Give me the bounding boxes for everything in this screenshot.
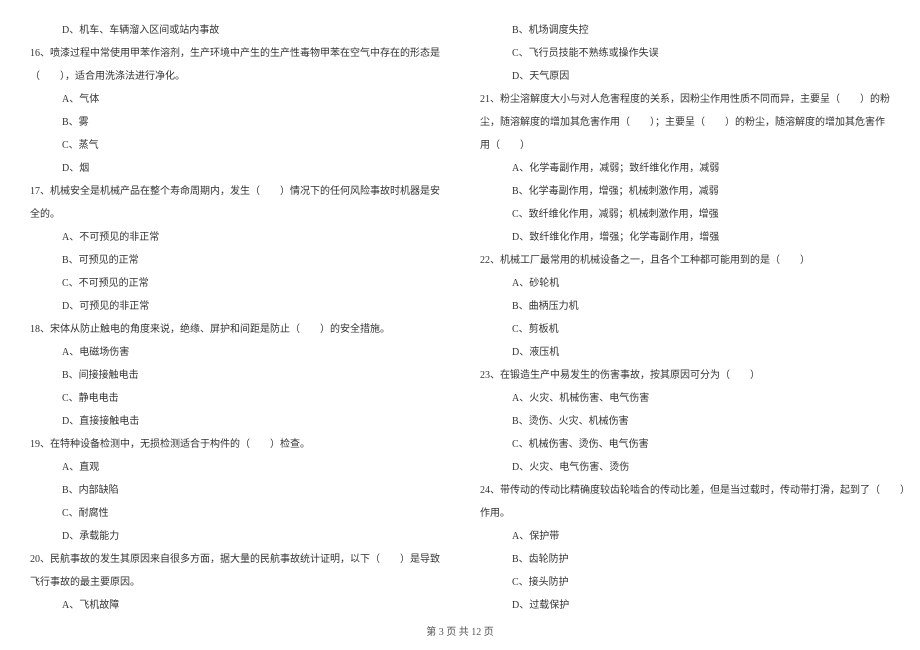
- option-d: D、可预见的非正常: [30, 296, 440, 318]
- option-d: D、液压机: [480, 342, 910, 364]
- option-b: B、可预见的正常: [30, 250, 440, 272]
- option-a: A、不可预见的非正常: [30, 227, 440, 249]
- question-20-cont: 飞行事故的最主要原因。: [30, 572, 440, 594]
- option-a: A、保护带: [480, 526, 910, 548]
- question-17-cont: 全的。: [30, 204, 440, 226]
- option-c: C、静电电击: [30, 388, 440, 410]
- option-c: C、不可预见的正常: [30, 273, 440, 295]
- option-a: A、气体: [30, 89, 440, 111]
- page-content: D、机车、车辆溜入区间或站内事故 16、喷漆过程中常使用甲苯作溶剂，生产环境中产…: [0, 0, 920, 648]
- option-a: A、电磁场伤害: [30, 342, 440, 364]
- question-21: 21、粉尘溶解度大小与对人危害程度的关系，因粉尘作用性质不同而异，主要呈（ ）的…: [480, 89, 910, 111]
- option-d: D、直接接触电击: [30, 411, 440, 433]
- option-d: D、天气原因: [480, 66, 910, 88]
- option-b: B、齿轮防护: [480, 549, 910, 571]
- option-b: B、烫伤、火灾、机械伤害: [480, 411, 910, 433]
- option-d: D、承载能力: [30, 526, 440, 548]
- page-footer: 第 3 页 共 12 页: [0, 623, 920, 638]
- right-column: B、机场调度失控 C、飞行员技能不熟练或操作失误 D、天气原因 21、粉尘溶解度…: [480, 20, 910, 618]
- option-a: A、飞机故障: [30, 595, 440, 617]
- question-17: 17、机械安全是机械产品在整个寿命周期内，发生（ ）情况下的任何风险事故时机器是…: [30, 181, 440, 203]
- option-a: A、砂轮机: [480, 273, 910, 295]
- question-24-cont: 作用。: [480, 503, 910, 525]
- left-column: D、机车、车辆溜入区间或站内事故 16、喷漆过程中常使用甲苯作溶剂，生产环境中产…: [30, 20, 440, 618]
- option-d: D、火灾、电气伤害、烫伤: [480, 457, 910, 479]
- question-21-cont: 尘，随溶解度的增加其危害作用（ ）；主要呈（ ）的粉尘，随溶解度的增加其危害作: [480, 112, 910, 134]
- question-23: 23、在锻造生产中易发生的伤害事故，按其原因可分为（ ）: [480, 365, 910, 387]
- question-16: 16、喷漆过程中常使用甲苯作溶剂，生产环境中产生的生产性毒物甲苯在空气中存在的形…: [30, 43, 440, 65]
- option-b: B、曲柄压力机: [480, 296, 910, 318]
- question-16-cont: （ ），适合用洗涤法进行净化。: [30, 66, 440, 88]
- option-c: C、致纤维化作用，减弱；机械刺激作用，增强: [480, 204, 910, 226]
- option-d: D、烟: [30, 158, 440, 180]
- option-c: C、机械伤害、烫伤、电气伤害: [480, 434, 910, 456]
- option-b: B、内部缺陷: [30, 480, 440, 502]
- option-b: B、间接接触电击: [30, 365, 440, 387]
- question-18: 18、宋体从防止触电的角度来说，绝缘、屏护和间距是防止（ ）的安全措施。: [30, 319, 440, 341]
- option-b: B、雾: [30, 112, 440, 134]
- option-c: C、剪板机: [480, 319, 910, 341]
- question-22: 22、机械工厂最常用的机械设备之一，且各个工种都可能用到的是（ ）: [480, 250, 910, 272]
- option-c: C、飞行员技能不熟练或操作失误: [480, 43, 910, 65]
- option-a: A、火灾、机械伤害、电气伤害: [480, 388, 910, 410]
- option-d: D、致纤维化作用，增强；化学毒副作用，增强: [480, 227, 910, 249]
- option-c: C、耐腐性: [30, 503, 440, 525]
- option-b: B、机场调度失控: [480, 20, 910, 42]
- question-20: 20、民航事故的发生其原因来自很多方面，据大量的民航事故统计证明，以下（ ）是导…: [30, 549, 440, 571]
- option-d: D、过载保护: [480, 595, 910, 617]
- option-a: A、直观: [30, 457, 440, 479]
- option-a: A、化学毒副作用，减弱；致纤维化作用，减弱: [480, 158, 910, 180]
- option-d: D、机车、车辆溜入区间或站内事故: [30, 20, 440, 42]
- question-21-cont2: 用（ ）: [480, 135, 910, 157]
- question-19: 19、在特种设备检测中，无损检测适合于构件的（ ）检查。: [30, 434, 440, 456]
- option-c: C、蒸气: [30, 135, 440, 157]
- question-24: 24、带传动的传动比精确度较齿轮啮合的传动比差，但是当过载时，传动带打滑，起到了…: [480, 480, 910, 502]
- option-b: B、化学毒副作用，增强；机械刺激作用，减弱: [480, 181, 910, 203]
- option-c: C、接头防护: [480, 572, 910, 594]
